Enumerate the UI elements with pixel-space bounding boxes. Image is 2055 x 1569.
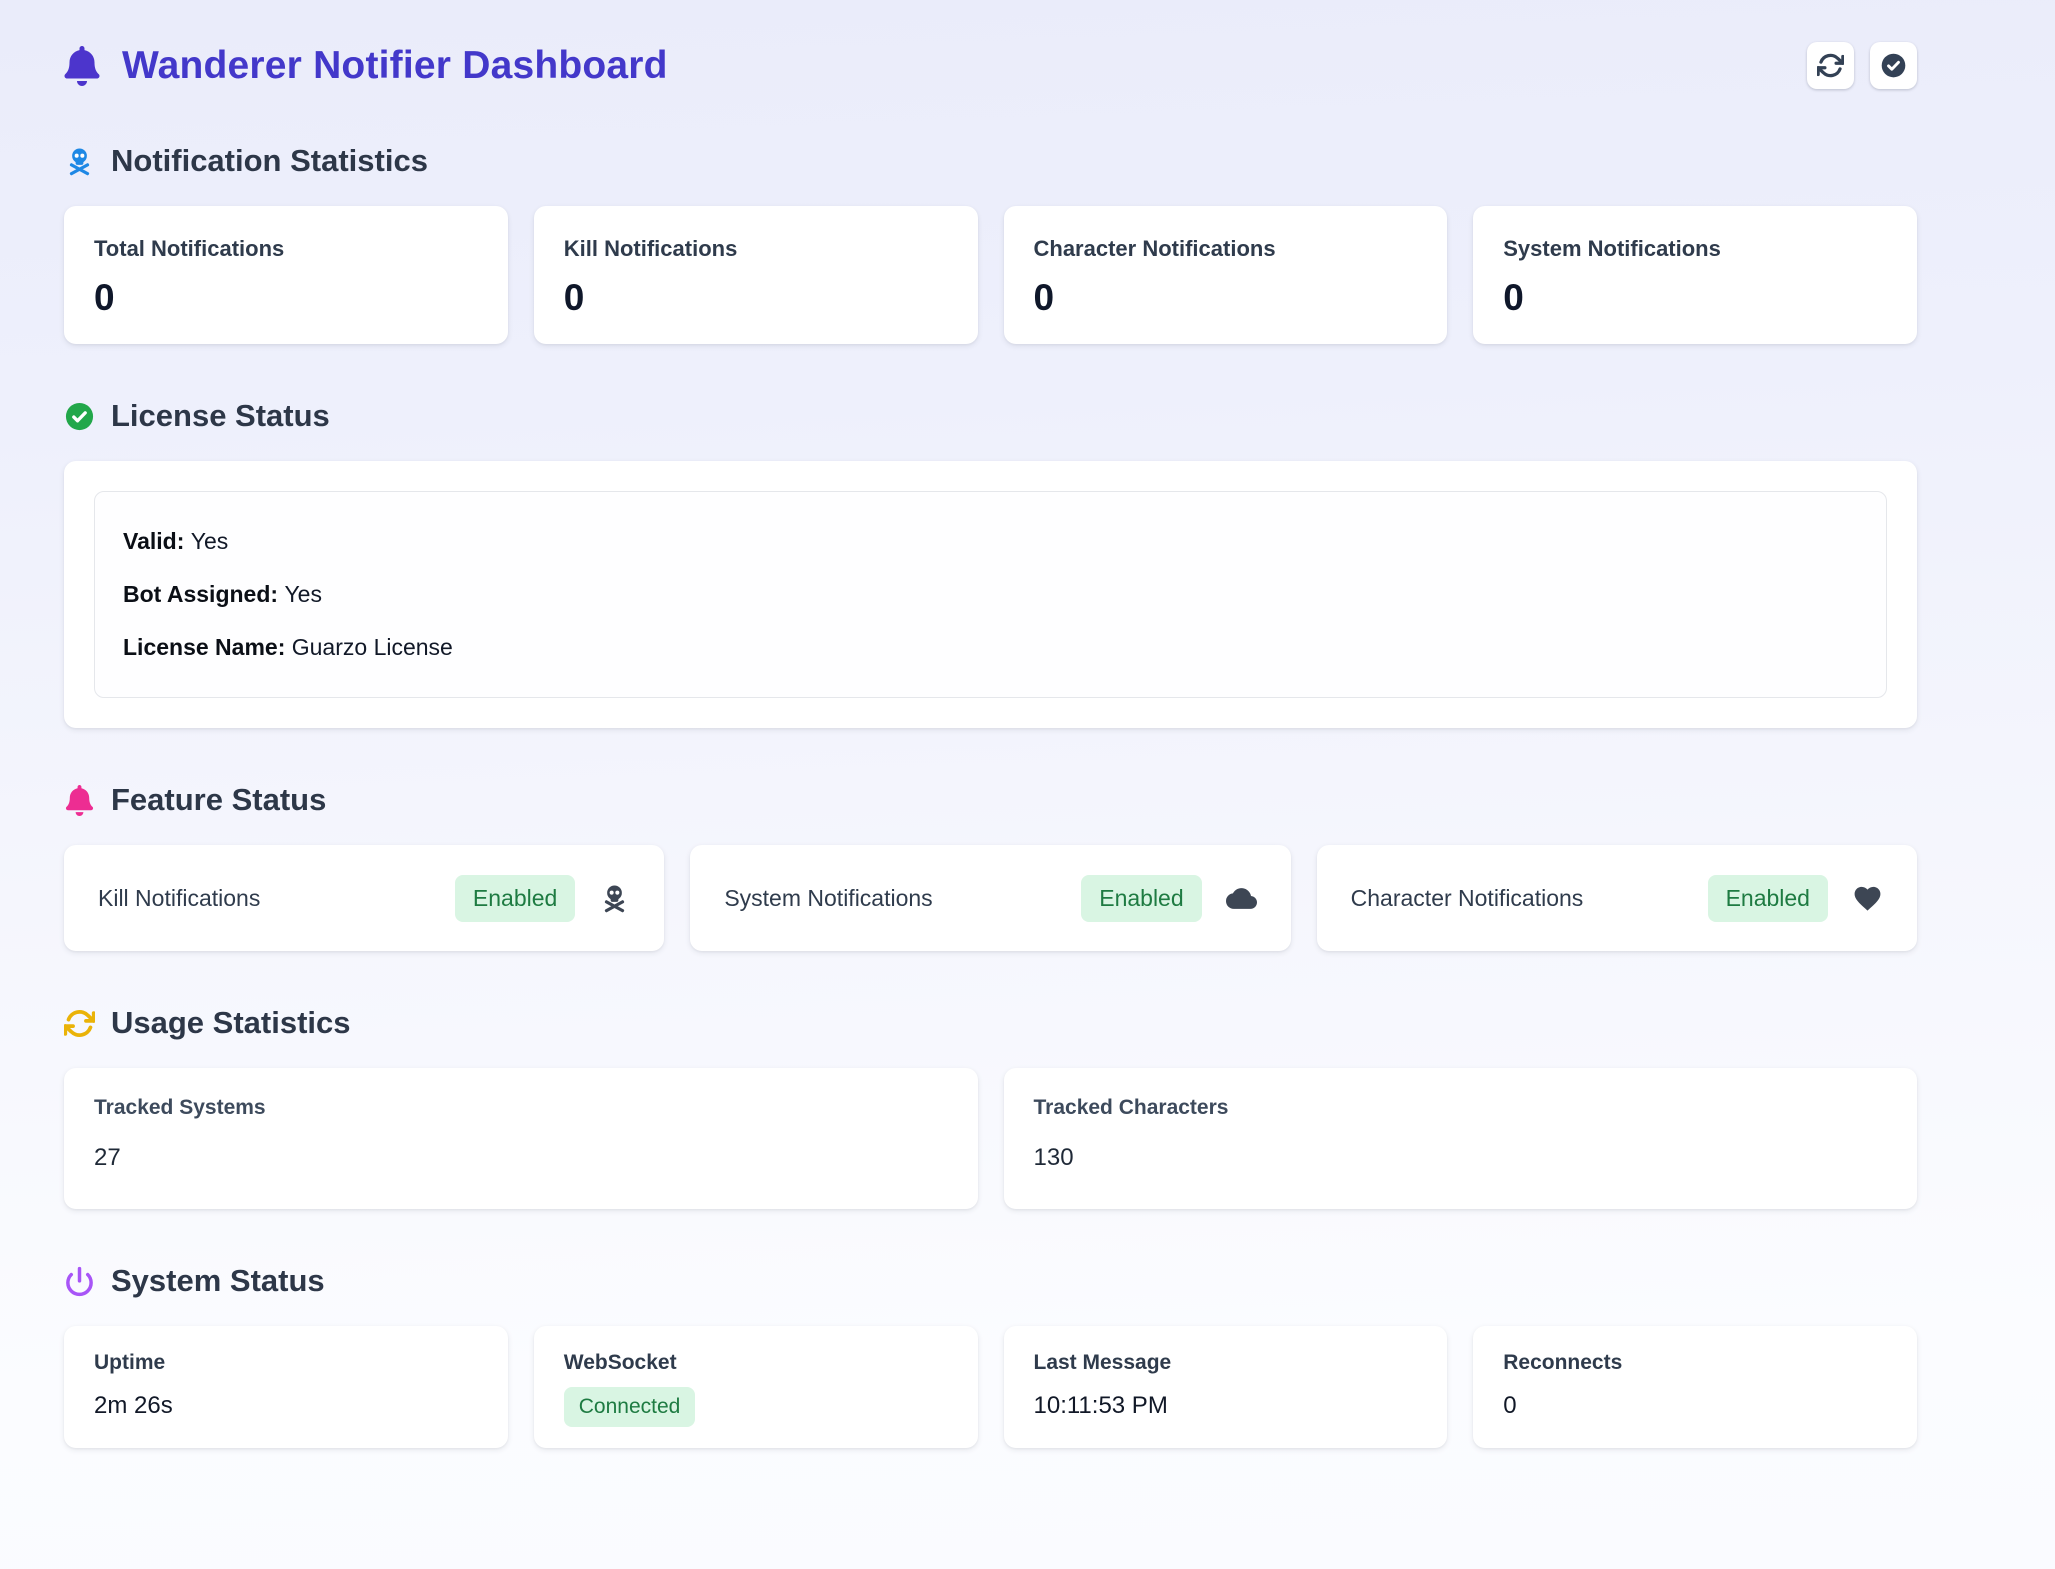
feature-label: Kill Notifications <box>98 885 431 912</box>
usage-value: 130 <box>1034 1144 1888 1172</box>
system-value: 2m 26s <box>94 1392 478 1420</box>
system-card-uptime: Uptime 2m 26s <box>64 1326 508 1448</box>
section-title: Feature Status <box>111 782 326 818</box>
system-card-reconnects: Reconnects 0 <box>1473 1326 1917 1448</box>
system-value: 0 <box>1503 1392 1887 1420</box>
section-title: Notification Statistics <box>111 143 428 179</box>
license-details: Valid: Yes Bot Assigned: Yes License Nam… <box>94 491 1887 698</box>
stat-label: Kill Notifications <box>564 236 948 262</box>
stat-card-kill-notifications: Kill Notifications 0 <box>534 206 978 344</box>
license-valid-label: Valid: <box>123 528 191 554</box>
skull-crossbones-icon <box>599 883 630 914</box>
feature-label: System Notifications <box>724 885 1057 912</box>
section-notification-statistics: Notification Statistics Total Notificati… <box>64 143 1917 344</box>
check-button[interactable] <box>1870 42 1917 89</box>
refresh-icon <box>1817 52 1844 79</box>
cloud-icon <box>1226 883 1257 914</box>
status-badge: Enabled <box>1708 875 1828 922</box>
check-circle-icon <box>1880 52 1907 79</box>
section-system-status: System Status Uptime 2m 26s WebSocket Co… <box>64 1263 1917 1448</box>
section-feature-status: Feature Status Kill Notifications Enable… <box>64 782 1917 951</box>
feature-card-system-notifications: System Notifications Enabled <box>690 845 1290 951</box>
stat-value: 0 <box>94 277 478 319</box>
license-card: Valid: Yes Bot Assigned: Yes License Nam… <box>64 461 1917 728</box>
bell-icon <box>64 785 95 816</box>
heart-icon <box>1852 883 1883 914</box>
system-label: Last Message <box>1034 1351 1418 1375</box>
system-card-last-message: Last Message 10:11:53 PM <box>1004 1326 1448 1448</box>
license-valid-row: Valid: Yes <box>123 528 1858 555</box>
section-title: System Status <box>111 1263 325 1299</box>
usage-card-tracked-characters: Tracked Characters 130 <box>1004 1068 1918 1209</box>
section-license-status: License Status Valid: Yes Bot Assigned: … <box>64 398 1917 728</box>
license-bot-assigned-row: Bot Assigned: Yes <box>123 581 1858 608</box>
skull-crossbones-icon <box>64 146 95 177</box>
system-label: Uptime <box>94 1351 478 1375</box>
stat-label: Total Notifications <box>94 236 478 262</box>
feature-label: Character Notifications <box>1351 885 1684 912</box>
page-title: Wanderer Notifier Dashboard <box>122 44 668 88</box>
connection-status-badge: Connected <box>564 1387 696 1427</box>
system-value: 10:11:53 PM <box>1034 1392 1418 1420</box>
header: Wanderer Notifier Dashboard <box>64 42 1917 89</box>
system-label: Reconnects <box>1503 1351 1887 1375</box>
feature-card-kill-notifications: Kill Notifications Enabled <box>64 845 664 951</box>
power-icon <box>64 1266 95 1297</box>
license-bot-assigned-label: Bot Assigned: <box>123 581 284 607</box>
header-actions <box>1807 42 1917 89</box>
usage-card-tracked-systems: Tracked Systems 27 <box>64 1068 978 1209</box>
dashboard-page: Wanderer Notifier Dashboard Notification… <box>0 0 2055 1448</box>
stat-value: 0 <box>1034 277 1418 319</box>
system-card-websocket: WebSocket Connected <box>534 1326 978 1448</box>
stat-value: 0 <box>564 277 948 319</box>
stat-card-total-notifications: Total Notifications 0 <box>64 206 508 344</box>
section-usage-statistics: Usage Statistics Tracked Systems 27 Trac… <box>64 1005 1917 1209</box>
usage-value: 27 <box>94 1144 948 1172</box>
bell-icon <box>64 46 100 86</box>
section-title: License Status <box>111 398 330 434</box>
stat-card-system-notifications: System Notifications 0 <box>1473 206 1917 344</box>
license-bot-assigned-value: Yes <box>284 581 322 607</box>
section-title: Usage Statistics <box>111 1005 351 1041</box>
stat-value: 0 <box>1503 277 1887 319</box>
stat-label: System Notifications <box>1503 236 1887 262</box>
stat-label: Character Notifications <box>1034 236 1418 262</box>
license-valid-value: Yes <box>191 528 229 554</box>
system-label: WebSocket <box>564 1351 948 1375</box>
refresh-button[interactable] <box>1807 42 1854 89</box>
refresh-icon <box>64 1008 95 1039</box>
feature-card-character-notifications: Character Notifications Enabled <box>1317 845 1917 951</box>
stat-card-character-notifications: Character Notifications 0 <box>1004 206 1448 344</box>
license-name-value: Guarzo License <box>292 634 453 660</box>
check-circle-icon <box>64 401 95 432</box>
status-badge: Enabled <box>455 875 575 922</box>
license-name-label: License Name: <box>123 634 292 660</box>
usage-label: Tracked Systems <box>94 1096 948 1120</box>
status-badge: Enabled <box>1081 875 1201 922</box>
license-name-row: License Name: Guarzo License <box>123 634 1858 661</box>
usage-label: Tracked Characters <box>1034 1096 1888 1120</box>
